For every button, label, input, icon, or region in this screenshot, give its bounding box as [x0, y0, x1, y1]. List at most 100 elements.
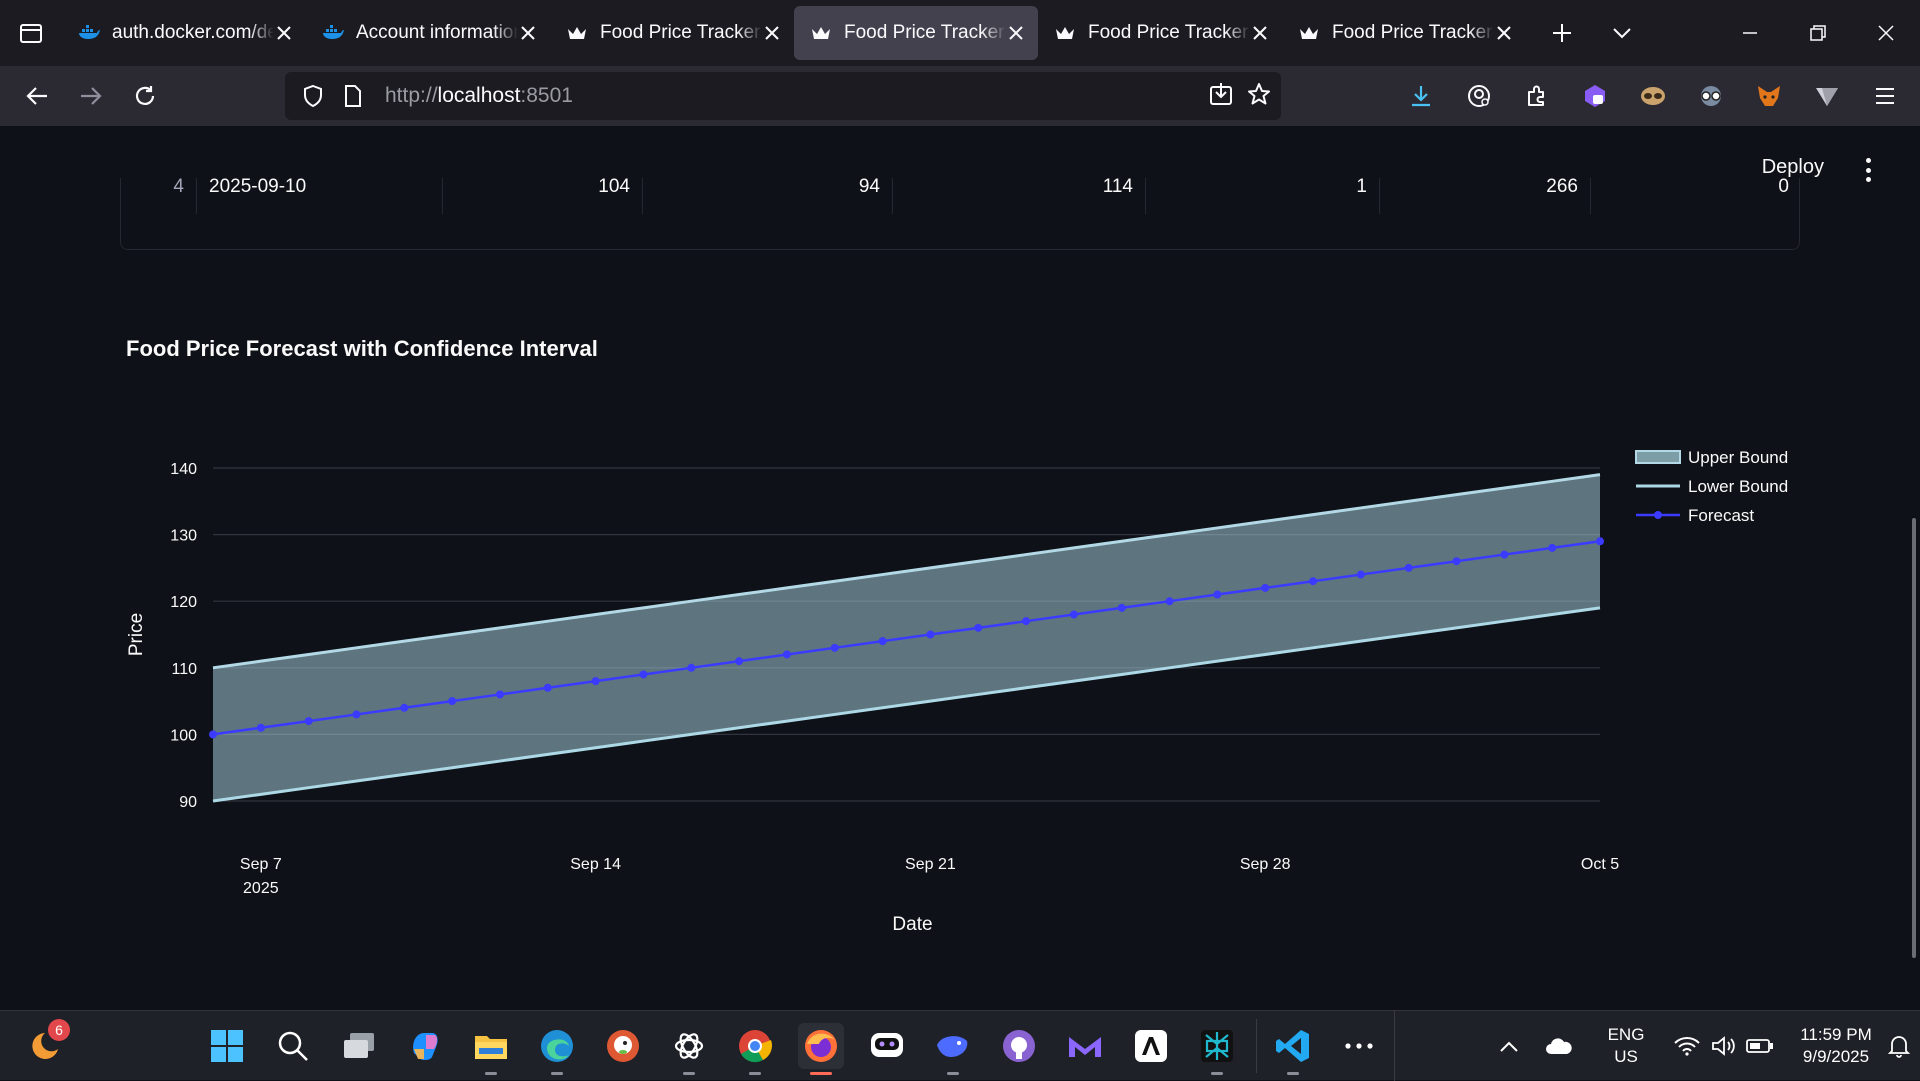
forecast-point [591, 677, 600, 686]
new-tab-button[interactable] [1532, 0, 1592, 66]
chrome-button[interactable] [732, 1023, 778, 1075]
notification-bell-icon [1887, 1036, 1911, 1058]
url-text[interactable]: http://localhost:8501 [385, 84, 573, 108]
onedrive-button[interactable] [1524, 1037, 1594, 1055]
forecast-chart[interactable]: 90 100 110 120 130 140 Sep 7 2025 Sep 14 Sep 21 Se… [0, 126, 1920, 1010]
running-indicator [1211, 1072, 1223, 1075]
github-desktop-button[interactable] [996, 1023, 1042, 1069]
bookmark-star-button[interactable] [1247, 82, 1271, 111]
streamlit-crown-icon [568, 27, 586, 39]
save-page-button[interactable] [1209, 82, 1233, 111]
account-button[interactable] [1450, 66, 1508, 126]
chat-app-button[interactable] [864, 1023, 910, 1069]
download-arrow-icon [1412, 86, 1430, 107]
clock-button[interactable]: 11:59 PM 9/9/2025 [1788, 1024, 1884, 1068]
y-tick-label: 90 [179, 794, 197, 811]
close-tab-button[interactable] [272, 21, 296, 45]
running-indicator [485, 1072, 497, 1075]
deepseek-button[interactable] [930, 1023, 976, 1075]
page-scrollbar[interactable] [1912, 518, 1916, 958]
extension-metamask[interactable] [1740, 66, 1798, 126]
firefox-button[interactable] [798, 1023, 844, 1075]
duckduckgo-icon [607, 1030, 639, 1062]
file-explorer-button[interactable] [468, 1023, 514, 1075]
ellipsis-icon [1345, 1043, 1373, 1049]
browser-tab[interactable]: Food Price Tracker D [1282, 6, 1526, 60]
browser-tab[interactable]: Food Price Tracker D [794, 6, 1038, 60]
copilot-button[interactable] [402, 1023, 448, 1069]
minimize-button[interactable] [1716, 0, 1784, 66]
legend-label: Forecast [1688, 506, 1754, 525]
perplexity-icon [1201, 1030, 1233, 1062]
search-button[interactable] [270, 1023, 316, 1069]
streamlit-app: Deploy 4 2025-09-10 104 94 114 1 266 0 F… [0, 126, 1920, 1010]
close-tab-button[interactable] [1248, 21, 1272, 45]
close-tab-button[interactable] [1004, 21, 1028, 45]
extension-sloth[interactable] [1624, 66, 1682, 126]
running-indicator [683, 1072, 695, 1075]
extension-vpn[interactable] [1798, 66, 1856, 126]
perplexity-button[interactable] [1194, 1023, 1240, 1075]
close-window-button[interactable] [1852, 0, 1920, 66]
forward-button[interactable] [64, 66, 118, 126]
task-view-button[interactable] [336, 1023, 382, 1069]
mail-app-button[interactable] [1062, 1023, 1108, 1069]
forecast-point [400, 703, 409, 712]
page-info-icon[interactable] [333, 85, 373, 107]
browser-tab[interactable]: auth.docker.com/de [62, 6, 306, 60]
forecast-point [974, 623, 983, 632]
legend-label: Upper Bound [1688, 448, 1788, 467]
chat-bot-icon [871, 1033, 903, 1057]
tab-list: auth.docker.com/de Account information Foo… [62, 0, 1526, 66]
close-tab-button[interactable] [1492, 21, 1516, 45]
app-menu-button[interactable] [1856, 66, 1914, 126]
browser-tab[interactable]: Account information [306, 6, 550, 60]
show-hidden-icons-button[interactable] [1494, 1039, 1524, 1053]
network-button[interactable] [1668, 1036, 1706, 1056]
reload-button[interactable] [118, 66, 172, 126]
navigation-toolbar: http://localhost:8501 [0, 66, 1920, 126]
battery-button[interactable] [1742, 1038, 1778, 1054]
back-button[interactable] [10, 66, 64, 126]
vscode-button[interactable] [1270, 1023, 1316, 1075]
widgets-button[interactable]: 6 [24, 1019, 70, 1069]
streamlit-crown-icon [1300, 27, 1318, 39]
account-icon [1468, 85, 1490, 107]
anthropic-button[interactable] [1128, 1023, 1174, 1069]
forecast-point [448, 697, 457, 706]
downloads-button[interactable] [1392, 66, 1450, 126]
taskbar-divider [1394, 1011, 1395, 1081]
input-language-button[interactable]: ENG US [1594, 1024, 1658, 1068]
extension-glasses[interactable] [1682, 66, 1740, 126]
close-tab-button[interactable] [516, 21, 540, 45]
restore-icon [1810, 25, 1826, 41]
forecast-point [687, 663, 696, 672]
docker-icon [322, 22, 344, 44]
tab-overview-button[interactable] [0, 0, 62, 66]
forecast-point [256, 723, 265, 732]
windows-taskbar: 6 ENG US 11:59 PM 9/9/2025 [0, 1010, 1920, 1081]
browser-tab[interactable]: Food Price Tracker D [550, 6, 794, 60]
forecast-point [1596, 537, 1604, 546]
x-tick-label: Sep 28 [1240, 856, 1291, 873]
tracking-protection-shield-icon[interactable] [293, 84, 333, 108]
copilot-icon [413, 1033, 438, 1060]
close-tab-button[interactable] [760, 21, 784, 45]
more-apps-button[interactable] [1336, 1023, 1382, 1069]
forecast-point [1548, 543, 1557, 552]
tab-dropdown-button[interactable] [1592, 0, 1652, 66]
extension-proton-pass[interactable] [1566, 66, 1624, 126]
y-tick-label: 120 [170, 594, 197, 611]
browser-tab[interactable]: Food Price Tracker D [1038, 6, 1282, 60]
address-bar[interactable]: http://localhost:8501 [285, 72, 1281, 120]
chatgpt-button[interactable] [666, 1023, 712, 1075]
duckduckgo-button[interactable] [600, 1023, 646, 1069]
notifications-button[interactable] [1884, 1034, 1914, 1058]
restore-button[interactable] [1784, 0, 1852, 66]
arrow-right-icon [81, 87, 102, 105]
edge-button[interactable] [534, 1023, 580, 1075]
start-button[interactable] [204, 1023, 250, 1069]
extensions-button[interactable] [1508, 66, 1566, 126]
forecast-point [1165, 597, 1174, 606]
volume-button[interactable] [1706, 1035, 1742, 1057]
